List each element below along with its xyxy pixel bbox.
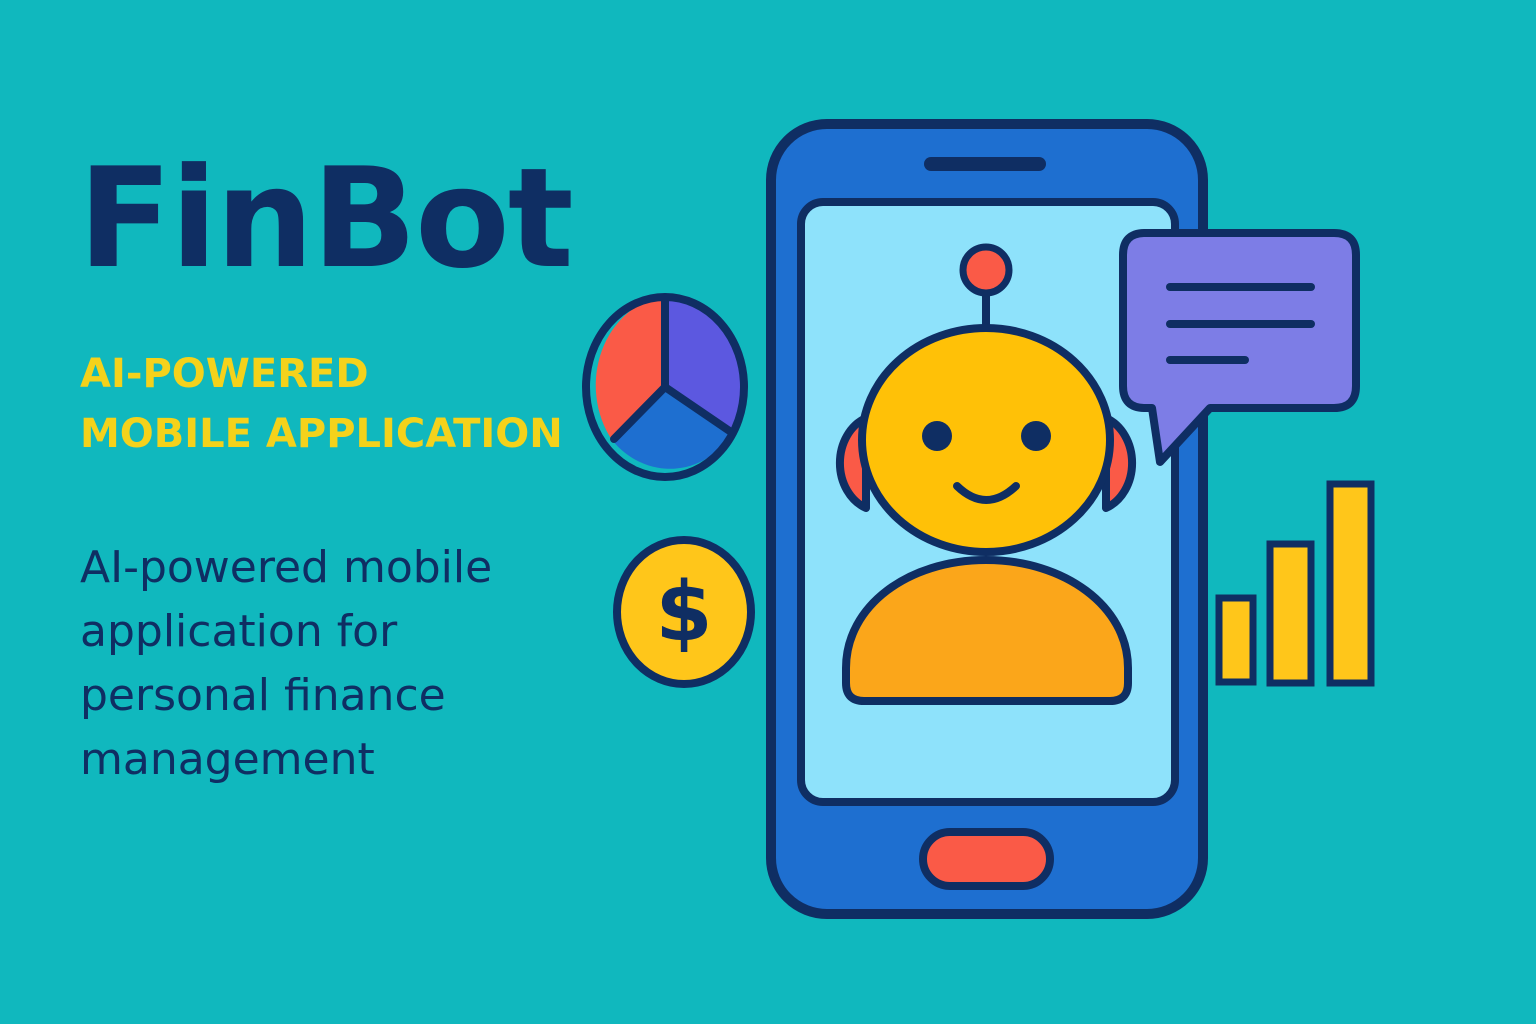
illustration: $ <box>582 119 1375 919</box>
bar-chart-bar <box>1266 540 1315 687</box>
bar-chart-icon <box>1215 480 1375 687</box>
dollar-coin-icon: $ <box>613 536 755 688</box>
bar-chart-bar <box>1326 480 1375 687</box>
phone-speaker <box>924 157 1046 171</box>
pie-chart-icon <box>582 293 748 481</box>
chat-bubble-icon <box>1119 229 1360 466</box>
currency-symbol: $ <box>655 565 712 660</box>
bar-chart-bar <box>1215 594 1257 686</box>
phone-home-button <box>919 828 1054 890</box>
